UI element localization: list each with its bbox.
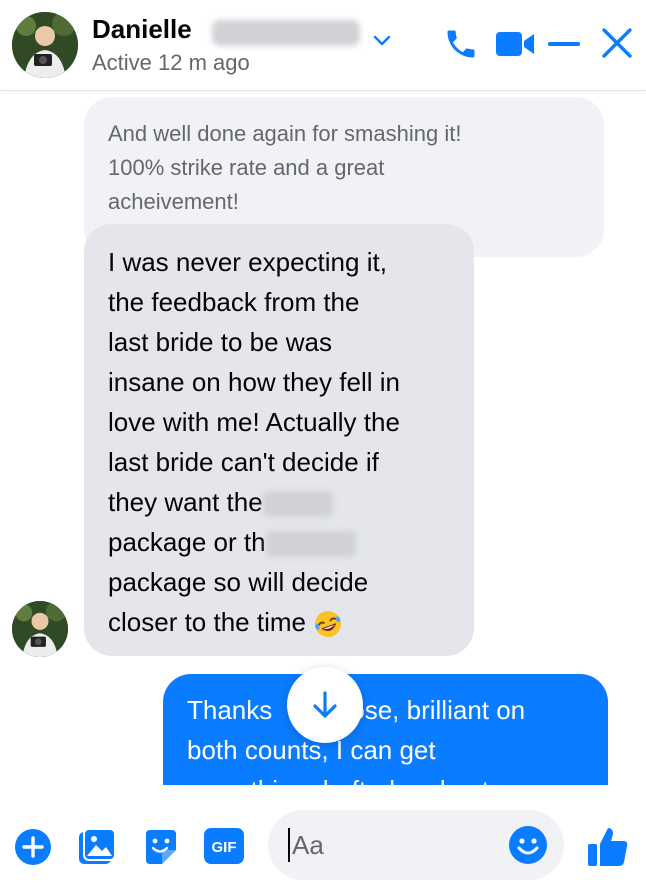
- contact-avatar[interactable]: [12, 12, 78, 78]
- message-text: closer to the time: [108, 607, 306, 637]
- message-line: something drafted and get a: [187, 770, 584, 785]
- gif-icon[interactable]: GIF: [204, 828, 244, 864]
- message-bubble-received: I was never expecting it, the feedback f…: [84, 224, 474, 656]
- message-input-placeholder: Aa: [292, 830, 324, 860]
- close-icon[interactable]: [600, 26, 634, 60]
- gif-label: GIF: [212, 839, 237, 856]
- plus-icon[interactable]: [14, 828, 52, 866]
- scroll-to-bottom-button[interactable]: [287, 667, 363, 743]
- message-line-with-redaction: they want the: [108, 482, 450, 522]
- message-text: ose, brilliant on: [350, 695, 526, 725]
- avatar-photo: [12, 601, 68, 657]
- message-line: I was never expecting it,: [108, 247, 387, 277]
- phone-icon[interactable]: [443, 26, 479, 62]
- message-line-with-redaction: package or th: [108, 522, 450, 562]
- contact-name: Danielle: [92, 14, 192, 44]
- chevron-down-icon[interactable]: [372, 34, 392, 48]
- text-caret: [288, 828, 290, 862]
- redacted-text: [265, 531, 356, 558]
- message-line: love with me! Actually the: [108, 407, 400, 437]
- thumbs-up-icon[interactable]: [586, 824, 630, 868]
- message-line: package so will decide: [108, 567, 369, 597]
- message-text: package or th: [108, 527, 266, 557]
- message-line: acheivement!: [108, 189, 239, 214]
- message-line-with-emoji: closer to the time: [108, 602, 450, 642]
- contact-status: Active 12 m ago: [92, 50, 250, 75]
- chat-header: Danielle Active 12 m ago: [0, 0, 646, 91]
- message-line: Thanks ose, brilliant on: [187, 690, 584, 730]
- message-line: insane on how they fell in: [108, 367, 400, 397]
- redacted-surname: [212, 20, 360, 46]
- message-text: Thanks: [187, 695, 273, 725]
- video-icon[interactable]: [496, 30, 536, 58]
- minimize-icon[interactable]: [548, 42, 580, 46]
- message-line: 100% strike rate and a great: [108, 155, 385, 180]
- message-input[interactable]: Aa: [268, 810, 564, 880]
- message-line: last bride to be was: [108, 327, 333, 357]
- message-line: And well done again for smashing it!: [108, 121, 462, 146]
- avatar-photo: [12, 12, 78, 78]
- rolling-laughing-emoji-icon: [315, 611, 342, 638]
- message-text: they want the: [108, 487, 263, 517]
- photo-icon[interactable]: [76, 826, 118, 868]
- sticker-icon[interactable]: [140, 826, 182, 868]
- message-line: both counts, I can get: [187, 735, 436, 765]
- redacted-text: [262, 491, 333, 518]
- message-line: the feedback from the: [108, 287, 360, 317]
- arrow-down-icon: [313, 691, 337, 718]
- emoji-icon[interactable]: [508, 825, 548, 865]
- sender-avatar[interactable]: [12, 601, 68, 657]
- message-bubble-sent: Thanks ose, brilliant on both counts, I c…: [163, 674, 608, 785]
- message-line: last bride can't decide if: [108, 447, 379, 477]
